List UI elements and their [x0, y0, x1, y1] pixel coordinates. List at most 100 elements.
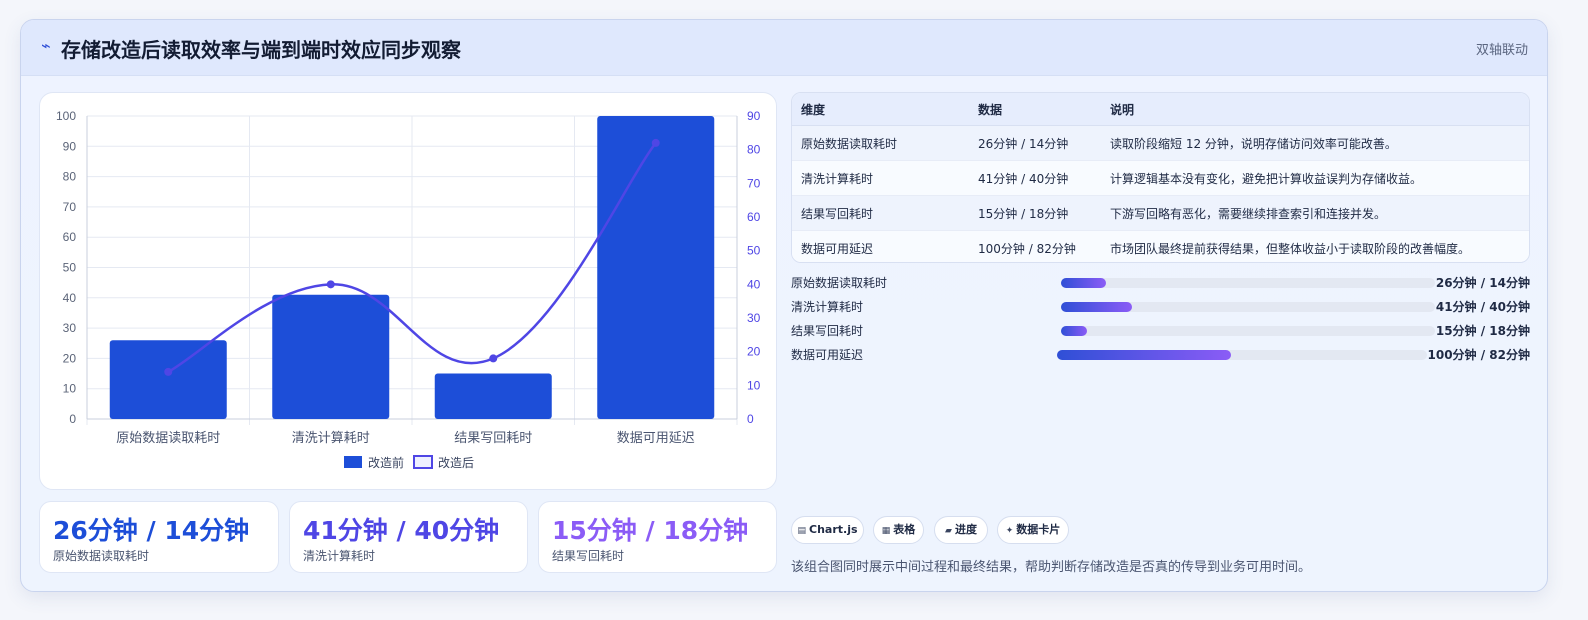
table-cell: 26分钟 / 14分钟: [969, 125, 1101, 161]
dual-axis-tag: 双轴联动: [1475, 43, 1528, 58]
kpi-value: 41分钟 / 40分钟: [303, 516, 500, 545]
x-tick-label: 结果写回耗时: [454, 431, 532, 446]
progress-fill: [1057, 350, 1231, 360]
bar-before: [109, 340, 227, 419]
progress-label: 数据可用延迟: [791, 348, 864, 362]
dashboard-card: ⌁ 存储改造后读取效率与端到端时效应同步观察 双轴联动 0 10 20 30 40 50 6…: [20, 19, 1548, 592]
progress-row: 清洗计算耗时 41分钟 / 40分钟: [791, 298, 1530, 316]
column-header-dimension: 维度: [792, 93, 969, 126]
line-point-after: [489, 354, 498, 363]
table-row: 结果写回耗时 15分钟 / 18分钟 下游写回略有恶化，需要继续排查索引和连接并…: [792, 195, 1529, 231]
bar-before: [434, 373, 552, 419]
progress-label: 结果写回耗时: [791, 324, 864, 338]
chip-label: 进度: [954, 523, 977, 536]
progress-value: 41分钟 / 40分钟: [1435, 300, 1530, 314]
legend-label-after: 改造后: [438, 456, 474, 470]
progress-row: 数据可用延迟 100分钟 / 82分钟: [791, 346, 1530, 364]
chip-data-card[interactable]: ✦ 数据卡片: [997, 516, 1069, 544]
y-left-tick-label: 80: [63, 170, 77, 184]
y-right-tick-label: 20: [747, 345, 761, 359]
x-tick-label: 原始数据读取耗时: [116, 431, 220, 446]
x-tick-label: 清洗计算耗时: [292, 431, 370, 446]
y-left-tick-label: 0: [69, 412, 76, 426]
chip-chartjs[interactable]: ▤ Chart.js: [791, 516, 864, 544]
table-cell: 41分钟 / 40分钟: [969, 160, 1101, 196]
y-right-tick-label: 30: [747, 311, 761, 325]
column-header-data: 数据: [969, 93, 1101, 126]
progress-row: 原始数据读取耗时 26分钟 / 14分钟: [791, 274, 1530, 292]
chip-label: 数据卡片: [1016, 523, 1061, 536]
bar-before: [272, 294, 390, 419]
y-right-tick-label: 50: [747, 244, 761, 258]
progress-value: 100分钟 / 82分钟: [1427, 348, 1531, 362]
progress-label: 清洗计算耗时: [791, 300, 864, 314]
progress-fill: [1061, 278, 1106, 288]
y-right-tick-label: 10: [747, 378, 761, 392]
lightning-icon: ⌁: [41, 36, 51, 55]
y-right-tick-label: 70: [747, 176, 761, 190]
chip-table[interactable]: ▦ 表格: [873, 516, 924, 544]
table-cell: 数据可用延迟: [792, 230, 969, 262]
x-tick-label: 数据可用延迟: [617, 431, 695, 446]
y-right-tick-label: 0: [747, 412, 754, 426]
table-header-row: 维度 数据 说明: [792, 93, 1529, 126]
progress-icon: ▰: [945, 526, 952, 536]
line-point-after: [651, 138, 660, 147]
combo-chart: 0 10 20 30 40 50 60 70 80 90 100 0 10 20 30 40 50 60 70 80 9…: [56, 109, 761, 470]
y-left-tick-label: 100: [56, 109, 76, 123]
table-cell: 下游写回略有恶化，需要继续排查索引和连接并发。: [1101, 195, 1529, 231]
y-right-tick-label: 60: [747, 210, 761, 224]
y-left-tick-label: 30: [63, 321, 77, 335]
table-icon: ▦: [881, 526, 891, 536]
progress-value: 26分钟 / 14分钟: [1435, 276, 1530, 290]
kpi-value: 26分钟 / 14分钟: [53, 516, 250, 545]
table-cell: 市场团队最终提前获得结果，但整体收益小于读取阶段的改善幅度。: [1101, 230, 1529, 262]
y-right-tick-label: 90: [747, 109, 761, 123]
y-left-tick-label: 50: [63, 261, 77, 275]
table-cell: 原始数据读取耗时: [792, 125, 969, 161]
y-left-tick-label: 90: [63, 139, 77, 153]
chip-label: Chart.js: [809, 523, 858, 536]
progress-label: 原始数据读取耗时: [791, 276, 888, 290]
table-cell: 100分钟 / 82分钟: [969, 230, 1101, 262]
kpi-label: 原始数据读取耗时: [53, 549, 150, 563]
table-cell: 计算逻辑基本没有变化，避免把计算收益误判为存储收益。: [1101, 160, 1529, 196]
line-point-after: [326, 280, 335, 289]
y-left-tick-label: 10: [63, 382, 77, 396]
progress-track: [1057, 350, 1427, 360]
progress-track: [1061, 326, 1435, 336]
table-row: 清洗计算耗时 41分钟 / 40分钟 计算逻辑基本没有变化，避免把计算收益误判为…: [792, 160, 1529, 196]
progress-track: [1061, 302, 1435, 312]
sparkle-icon: ✦: [1005, 526, 1014, 536]
chart-icon: ▤: [797, 526, 806, 536]
progress-fill: [1061, 326, 1088, 336]
kpi-label: 结果写回耗时: [552, 549, 625, 563]
table-cell: 读取阶段缩短 12 分钟，说明存储访问效率可能改善。: [1101, 125, 1529, 161]
y-left-tick-label: 40: [63, 291, 77, 305]
y-left-tick-label: 70: [63, 200, 77, 214]
legend-swatch-after: [413, 455, 433, 469]
card-header: ⌁ 存储改造后读取效率与端到端时效应同步观察 双轴联动: [21, 20, 1547, 76]
chip-progress[interactable]: ▰ 进度: [934, 516, 988, 544]
bar-before: [597, 116, 715, 419]
table-row: 数据可用延迟 100分钟 / 82分钟 市场团队最终提前获得结果，但整体收益小于…: [792, 230, 1529, 262]
kpi-value: 15分钟 / 18分钟: [552, 516, 749, 545]
legend-swatch-before: [344, 456, 362, 468]
table-cell: 15分钟 / 18分钟: [969, 195, 1101, 231]
progress-value: 15分钟 / 18分钟: [1435, 324, 1530, 338]
data-table: 维度 数据 说明 原始数据读取耗时 26分钟 / 14分钟 读取阶段缩短 12 …: [791, 92, 1530, 263]
combo-chart-panel: 0 10 20 30 40 50 60 70 80 90 100 0 10 20 30 40 50 60 70 80 9…: [39, 92, 777, 490]
table-cell: 结果写回耗时: [792, 195, 969, 231]
kpi-label: 清洗计算耗时: [303, 549, 376, 563]
y-left-tick-label: 20: [63, 351, 77, 365]
kpi-card-compute: 41分钟 / 40分钟 清洗计算耗时: [289, 501, 528, 573]
kpi-card-writeback: 15分钟 / 18分钟 结果写回耗时: [538, 501, 777, 573]
chip-label: 表格: [893, 523, 916, 536]
legend-label-before: 改造前: [368, 455, 404, 470]
y-right-tick-label: 80: [747, 143, 761, 157]
footnote: 该组合图同时展示中间过程和最终结果，帮助判断存储改造是否真的传导到业务可用时间。: [791, 560, 1312, 575]
table-row: 原始数据读取耗时 26分钟 / 14分钟 读取阶段缩短 12 分钟，说明存储访问…: [792, 125, 1529, 161]
progress-fill: [1061, 302, 1133, 312]
line-point-after: [164, 367, 173, 376]
page-title: 存储改造后读取效率与端到端时效应同步观察: [61, 38, 461, 62]
